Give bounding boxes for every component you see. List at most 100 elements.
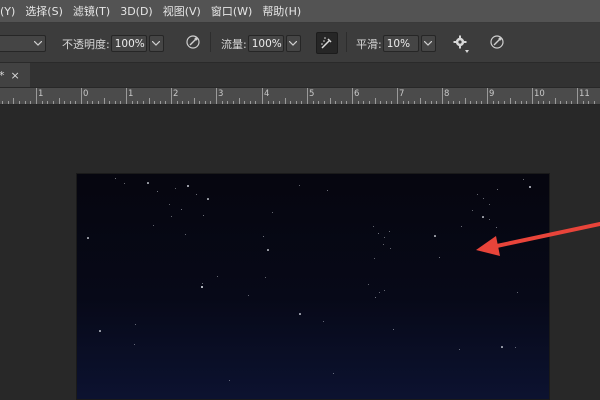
ruler-minor-tick [279, 101, 280, 104]
brush-preset-picker[interactable] [0, 35, 46, 52]
ruler-minor-tick [210, 101, 211, 104]
ruler-minor-tick [375, 98, 376, 104]
ruler-minor-tick [143, 101, 144, 104]
brush-preset-field[interactable] [0, 35, 46, 52]
menu-item-filter[interactable]: 滤镜(T) [68, 3, 115, 19]
star-dot [115, 178, 117, 180]
star-dot [368, 284, 370, 286]
star-dot [517, 292, 519, 294]
ruler-major-tick [171, 88, 172, 104]
opacity-dropdown[interactable] [148, 35, 164, 52]
ruler-number: 1 [128, 89, 134, 99]
star-dot [153, 225, 155, 227]
ruler-minor-tick [59, 98, 60, 104]
star-dot [515, 347, 517, 349]
star-dot [390, 248, 392, 250]
ruler-minor-tick [70, 101, 71, 104]
ruler-minor-tick [324, 101, 325, 104]
ruler-minor-tick [448, 101, 449, 104]
ruler-minor-tick [42, 101, 43, 104]
canvas-workspace [0, 105, 600, 400]
menu-item-view[interactable]: 视图(V) [158, 3, 206, 19]
ruler-minor-tick [301, 101, 302, 104]
opacity-label: 不透明度: [62, 37, 110, 51]
ruler-minor-tick [92, 101, 93, 104]
ruler-minor-tick [414, 101, 415, 104]
ruler-minor-tick [583, 101, 584, 104]
smoothing-label: 平滑: [356, 37, 382, 51]
star-dot [383, 244, 385, 246]
smoothing-options-button[interactable] [450, 32, 470, 52]
ruler-minor-tick [431, 101, 432, 104]
ruler-major-tick [216, 88, 217, 104]
star-dot [267, 249, 269, 251]
ruler-minor-tick [2, 101, 3, 104]
star-dot [379, 292, 381, 294]
horizontal-ruler[interactable]: 1 0 1 2 3 4 5 6 7 8 9 10 11 [0, 88, 600, 105]
ruler-minor-tick [408, 101, 409, 104]
pressure-opacity-button[interactable] [183, 32, 203, 52]
ruler-minor-tick [244, 101, 245, 104]
flow-field[interactable]: 100% [247, 35, 284, 52]
ruler-minor-tick [268, 101, 269, 104]
document-canvas[interactable] [76, 173, 550, 400]
flow-dropdown[interactable] [285, 35, 301, 52]
ruler-minor-tick [436, 101, 437, 104]
star-dot [529, 186, 531, 188]
ruler-minor-tick [549, 101, 550, 104]
opacity-field[interactable]: 100% [110, 35, 147, 52]
star-dot [248, 295, 250, 297]
ruler-minor-tick [13, 98, 14, 104]
ruler-major-tick [442, 88, 443, 104]
star-dot [375, 297, 377, 299]
ruler-minor-tick [222, 101, 223, 104]
ruler-number: 10 [534, 89, 545, 99]
ruler-minor-tick [335, 101, 336, 104]
flow-label: 流量: [221, 37, 247, 51]
airbrush-toggle[interactable] [316, 32, 338, 54]
star-dot [434, 235, 436, 237]
ruler-minor-tick [98, 101, 99, 104]
ruler-minor-tick [526, 101, 527, 104]
menu-item-help[interactable]: 帮助(H) [257, 3, 306, 19]
ruler-minor-tick [239, 98, 240, 104]
star-dot [185, 234, 187, 236]
ruler-minor-tick [165, 101, 166, 104]
document-tab[interactable]: * × [0, 63, 30, 87]
star-dot [483, 198, 485, 200]
ruler-minor-tick [109, 101, 110, 104]
chevron-down-icon [424, 41, 433, 46]
star-dot [134, 344, 136, 346]
ruler-minor-tick [498, 101, 499, 104]
smoothing-field[interactable]: 10% [382, 35, 419, 52]
ruler-minor-tick [588, 101, 589, 104]
chevron-down-icon [289, 41, 298, 46]
ruler-minor-tick [313, 101, 314, 104]
star-dot [147, 182, 149, 184]
star-dot [327, 190, 329, 192]
menu-item-3d[interactable]: 3D(D) [115, 5, 158, 18]
ruler-minor-tick [285, 98, 286, 104]
ruler-minor-tick [453, 101, 454, 104]
close-tab-button[interactable]: × [11, 69, 20, 82]
menu-bar: (Y) 选择(S) 滤镜(T) 3D(D) 视图(V) 窗口(W) 帮助(H) [0, 0, 600, 23]
chevron-down-icon [34, 41, 42, 46]
ruler-major-tick [262, 88, 263, 104]
ruler-major-tick [36, 88, 37, 104]
menu-item-type[interactable]: (Y) [0, 5, 20, 18]
chevron-down-icon [152, 41, 161, 46]
ruler-minor-tick [504, 101, 505, 104]
menu-item-select[interactable]: 选择(S) [20, 3, 68, 19]
smoothing-dropdown[interactable] [420, 35, 436, 52]
ruler-minor-tick [358, 101, 359, 104]
star-dot [378, 233, 380, 235]
ruler-number: 1 [38, 89, 44, 99]
star-dot [333, 373, 335, 375]
ruler-minor-tick [255, 101, 256, 104]
ruler-minor-tick [318, 101, 319, 104]
menu-item-window[interactable]: 窗口(W) [206, 3, 257, 19]
star-dot [171, 216, 173, 218]
pressure-size-button[interactable] [487, 32, 507, 52]
star-dot [389, 231, 391, 233]
ruler-minor-tick [459, 101, 460, 104]
